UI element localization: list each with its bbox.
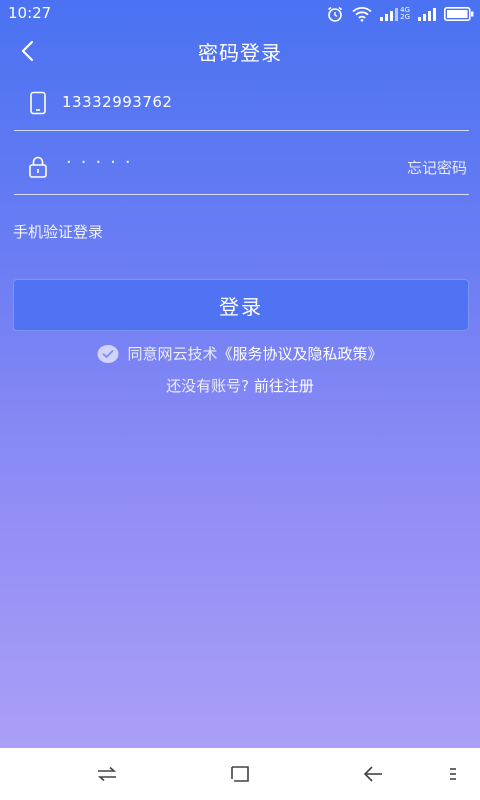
password-input[interactable]: ·····	[66, 152, 140, 173]
wifi-icon	[352, 6, 372, 22]
lock-icon	[28, 155, 48, 179]
signal-icon	[418, 7, 436, 21]
agreement-text: 同意网云技术	[127, 345, 218, 363]
alarm-icon	[326, 5, 344, 23]
register-row: 还没有账号? 前往注册	[0, 375, 480, 396]
back-arrow-icon[interactable]	[361, 762, 385, 786]
menu-icon[interactable]	[446, 762, 460, 786]
page-title: 密码登录	[198, 41, 282, 65]
status-time: 10:27	[8, 4, 52, 22]
signal-icon: 4G 2G	[380, 7, 410, 21]
agreement-checkbox[interactable]	[97, 344, 119, 364]
status-bar: 10:27 4G 2G	[0, 0, 480, 28]
phone-input[interactable]: 13332993762	[62, 93, 172, 111]
status-icons: 4G 2G	[326, 4, 474, 24]
register-question: 还没有账号?	[166, 377, 250, 395]
agreement-policy-link[interactable]: 《服务协议及隐私政策》	[218, 345, 383, 363]
login-button[interactable]: 登录	[13, 279, 469, 331]
check-icon	[97, 344, 119, 363]
navigation-bar	[0, 748, 480, 800]
switch-apps-icon[interactable]	[95, 762, 119, 786]
network-type-2g: 2G	[400, 13, 410, 21]
forgot-password-link[interactable]: 忘记密码	[407, 157, 467, 178]
sms-login-link[interactable]: 手机验证登录	[13, 221, 103, 242]
login-screen: 10:27 4G 2G 密码登录 13332993762 ····· 忘记密码 …	[0, 0, 480, 748]
agreement-row: 同意网云技术《服务协议及隐私政策》	[0, 343, 480, 364]
home-square-icon[interactable]	[228, 762, 252, 786]
register-link[interactable]: 前往注册	[254, 377, 314, 395]
battery-icon	[444, 7, 474, 21]
phone-field[interactable]: 13332993762	[14, 76, 469, 131]
password-field[interactable]: ····· 忘记密码	[14, 140, 469, 195]
header: 密码登录	[0, 28, 480, 74]
phone-icon	[28, 91, 48, 115]
